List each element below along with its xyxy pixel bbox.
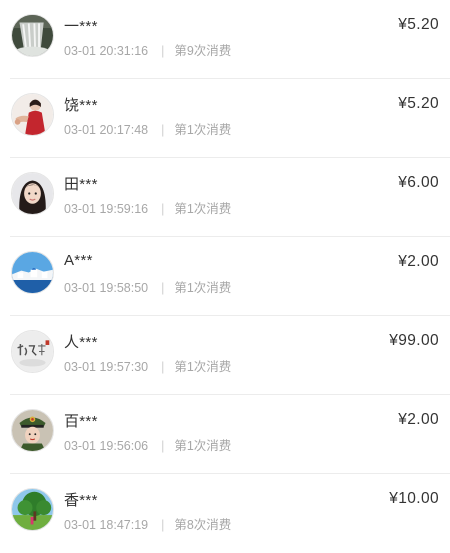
list-item[interactable]: A*** 03-01 19:58:50 | 第1次消费 ¥2.00 xyxy=(10,237,450,316)
uniform-cap-avatar-icon xyxy=(11,409,54,452)
customer-name: 百*** xyxy=(64,413,98,430)
purchase-count: 第1次消费 xyxy=(174,360,232,374)
purchase-count: 第1次消费 xyxy=(174,439,232,453)
record-time: 03-01 18:47:19 xyxy=(64,518,149,532)
amount: ¥99.00 xyxy=(389,332,439,349)
amount: ¥10.00 xyxy=(389,490,439,507)
purchase-count: 第9次消费 xyxy=(174,44,232,58)
record-meta: 03-01 19:59:16 | 第1次消费 xyxy=(64,198,231,217)
list-item[interactable]: 一*** 03-01 20:31:16 | 第9次消费 ¥5.20 xyxy=(10,0,450,79)
customer-name: 香*** xyxy=(64,492,98,509)
record-time: 03-01 19:57:30 xyxy=(64,360,149,374)
record-meta: 03-01 19:57:30 | 第1次消费 xyxy=(64,356,231,375)
customer-name: A*** xyxy=(64,252,93,269)
consumption-record-list: 一*** 03-01 20:31:16 | 第9次消费 ¥5.20 饶*** 03-… xyxy=(0,0,450,553)
girl-portrait-avatar-icon xyxy=(11,172,54,215)
customer-name: 饶*** xyxy=(64,97,98,114)
amount: ¥2.00 xyxy=(398,253,439,270)
customer-name: 人*** xyxy=(64,334,98,351)
amount: ¥5.20 xyxy=(398,16,439,33)
list-item[interactable]: 饶*** 03-01 20:17:48 | 第1次消费 ¥5.20 xyxy=(10,79,450,158)
woman-red-dress-avatar-icon xyxy=(11,93,54,136)
record-meta: 03-01 20:31:16 | 第9次消费 xyxy=(64,40,231,59)
meta-separator: | xyxy=(161,44,165,58)
meta-separator: | xyxy=(161,202,165,216)
calligraphy-avatar-icon xyxy=(11,330,54,373)
record-time: 03-01 19:56:06 xyxy=(64,439,149,453)
list-item[interactable]: 田*** 03-01 19:59:16 | 第1次消费 ¥6.00 xyxy=(10,158,450,237)
meta-separator: | xyxy=(161,360,165,374)
record-time: 03-01 19:59:16 xyxy=(64,202,149,216)
customer-name: 田*** xyxy=(64,176,98,193)
record-meta: 03-01 20:17:48 | 第1次消费 xyxy=(64,119,231,138)
purchase-count: 第8次消费 xyxy=(174,518,232,532)
amount: ¥2.00 xyxy=(398,411,439,428)
waterfall-avatar-icon xyxy=(11,14,54,57)
meta-separator: | xyxy=(161,518,165,532)
meta-separator: | xyxy=(161,439,165,453)
list-item[interactable]: 人*** 03-01 19:57:30 | 第1次消费 ¥99.00 xyxy=(10,316,450,395)
amount: ¥5.20 xyxy=(398,95,439,112)
list-item[interactable]: 百*** 03-01 19:56:06 | 第1次消费 ¥2.00 xyxy=(10,395,450,474)
purchase-count: 第1次消费 xyxy=(174,123,232,137)
customer-name: 一*** xyxy=(64,18,98,35)
meta-separator: | xyxy=(161,123,165,137)
seaside-town-avatar-icon xyxy=(11,251,54,294)
record-time: 03-01 19:58:50 xyxy=(64,281,149,295)
list-item[interactable]: 香*** 03-01 18:47:19 | 第8次消费 ¥10.00 xyxy=(10,474,450,553)
amount: ¥6.00 xyxy=(398,174,439,191)
tree-landscape-avatar-icon xyxy=(11,488,54,531)
purchase-count: 第1次消费 xyxy=(174,281,232,295)
meta-separator: | xyxy=(161,281,165,295)
record-meta: 03-01 19:58:50 | 第1次消费 xyxy=(64,277,231,296)
record-time: 03-01 20:31:16 xyxy=(64,44,149,58)
record-meta: 03-01 19:56:06 | 第1次消费 xyxy=(64,435,231,454)
record-time: 03-01 20:17:48 xyxy=(64,123,149,137)
record-meta: 03-01 18:47:19 | 第8次消费 xyxy=(64,514,231,533)
purchase-count: 第1次消费 xyxy=(174,202,232,216)
